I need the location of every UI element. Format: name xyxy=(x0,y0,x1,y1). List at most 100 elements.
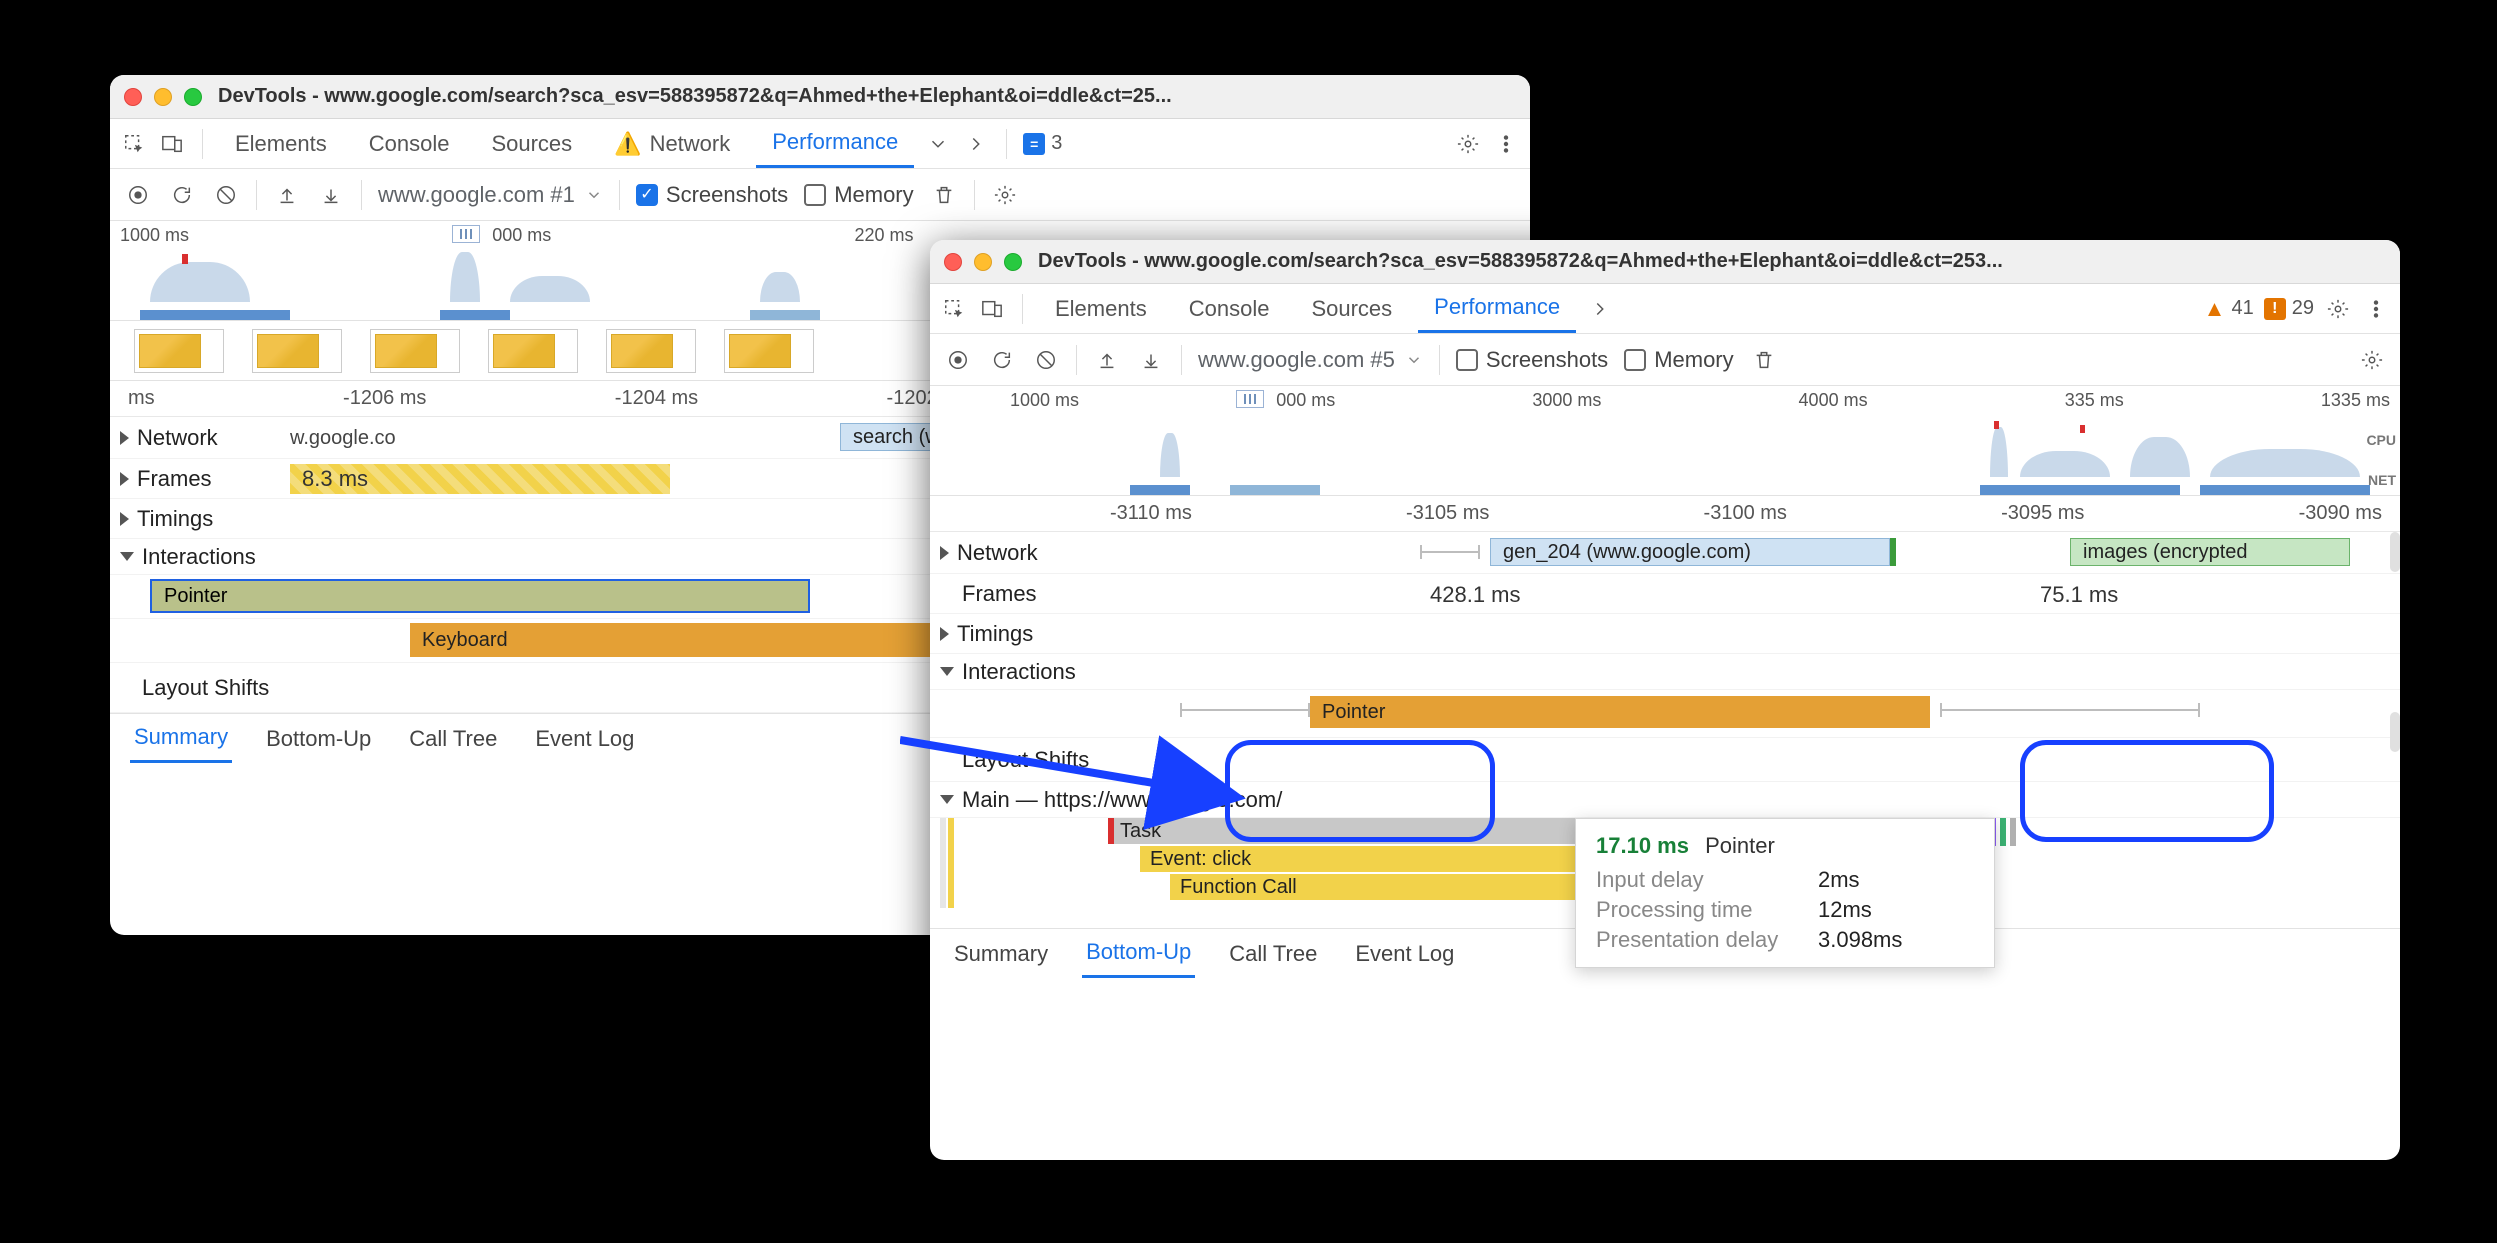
filmstrip-frame[interactable] xyxy=(252,329,342,373)
tab-console[interactable]: Console xyxy=(1173,284,1286,333)
more-tabs-icon[interactable] xyxy=(962,130,990,158)
upload-icon[interactable] xyxy=(273,181,301,209)
btab-summary[interactable]: Summary xyxy=(130,714,232,763)
disclosure-icon[interactable] xyxy=(120,512,129,526)
more-tabs-icon[interactable] xyxy=(1586,295,1614,323)
track-label: Network xyxy=(957,540,1038,566)
kebab-icon[interactable] xyxy=(2362,295,2390,323)
disclosure-icon[interactable] xyxy=(940,627,949,641)
scrollbar-thumb[interactable] xyxy=(2390,712,2400,752)
device-toggle-icon[interactable] xyxy=(978,295,1006,323)
titlebar[interactable]: DevTools - www.google.com/search?sca_esv… xyxy=(110,75,1530,119)
memory-checkbox[interactable]: Memory xyxy=(1624,347,1733,373)
screenshots-checkbox[interactable]: Screenshots xyxy=(1456,347,1608,373)
disclosure-icon[interactable] xyxy=(120,552,134,561)
close-icon[interactable] xyxy=(944,253,962,271)
memory-checkbox[interactable]: Memory xyxy=(804,182,913,208)
tick-label: 3000 ms xyxy=(1532,390,1601,411)
clear-icon[interactable] xyxy=(212,181,240,209)
btab-summary[interactable]: Summary xyxy=(950,929,1052,978)
btab-call-tree[interactable]: Call Tree xyxy=(1225,929,1321,978)
tab-network[interactable]: ⚠️Network xyxy=(598,119,746,168)
network-pill[interactable]: images (encrypted xyxy=(2070,538,2350,566)
trash-icon[interactable] xyxy=(930,181,958,209)
settings-icon[interactable] xyxy=(2324,295,2352,323)
viewport-handle[interactable] xyxy=(452,225,480,243)
cpu-activity-hump xyxy=(510,276,590,302)
interaction-pointer-pill[interactable]: Pointer xyxy=(150,579,810,613)
capture-settings-icon[interactable] xyxy=(2358,346,2386,374)
interaction-keyboard-pill[interactable]: Keyboard xyxy=(410,623,960,657)
close-icon[interactable] xyxy=(124,88,142,106)
tab-performance[interactable]: Performance xyxy=(756,119,914,168)
btab-call-tree[interactable]: Call Tree xyxy=(405,714,501,763)
reload-record-icon[interactable] xyxy=(168,181,196,209)
device-toggle-icon[interactable] xyxy=(158,130,186,158)
tab-sources[interactable]: Sources xyxy=(1295,284,1408,333)
track-timings[interactable]: Timings xyxy=(930,614,2400,654)
filmstrip-frame[interactable] xyxy=(370,329,460,373)
tab-elements[interactable]: Elements xyxy=(1039,284,1163,333)
btab-bottom-up[interactable]: Bottom-Up xyxy=(1082,929,1195,978)
record-button[interactable] xyxy=(944,346,972,374)
frames-bar[interactable]: 8.3 ms xyxy=(290,464,670,494)
kebab-icon[interactable] xyxy=(1492,130,1520,158)
screenshots-checkbox[interactable]: Screenshots xyxy=(636,182,788,208)
download-icon[interactable] xyxy=(1137,346,1165,374)
tab-elements[interactable]: Elements xyxy=(219,119,343,168)
track-interactions-header[interactable]: Interactions xyxy=(930,654,2400,690)
titlebar[interactable]: DevTools - www.google.com/search?sca_esv… xyxy=(930,240,2400,284)
interaction-pointer-row[interactable]: Pointer xyxy=(930,690,2400,738)
btab-event-log[interactable]: Event Log xyxy=(531,714,638,763)
clear-icon[interactable] xyxy=(1032,346,1060,374)
minimize-icon[interactable] xyxy=(154,88,172,106)
zoom-icon[interactable] xyxy=(184,88,202,106)
filmstrip-frame[interactable] xyxy=(724,329,814,373)
record-button[interactable] xyxy=(124,181,152,209)
capture-settings-icon[interactable] xyxy=(991,181,1019,209)
reload-record-icon[interactable] xyxy=(988,346,1016,374)
network-pill[interactable]: gen_204 (www.google.com) xyxy=(1490,538,1890,566)
settings-icon[interactable] xyxy=(1454,130,1482,158)
zoom-icon[interactable] xyxy=(1004,253,1022,271)
trash-icon[interactable] xyxy=(1750,346,1778,374)
overflow-tabs-icon[interactable] xyxy=(924,130,952,158)
interaction-pointer-pill[interactable]: Pointer xyxy=(1310,696,1930,728)
net-bar xyxy=(1230,485,1320,495)
disclosure-icon[interactable] xyxy=(120,431,129,445)
btab-event-log[interactable]: Event Log xyxy=(1351,929,1458,978)
tab-sources[interactable]: Sources xyxy=(475,119,588,168)
recording-select[interactable]: www.google.com #1 xyxy=(378,182,603,208)
inspect-icon[interactable] xyxy=(120,130,148,158)
recording-select[interactable]: www.google.com #5 xyxy=(1198,347,1423,373)
filmstrip-frame[interactable] xyxy=(488,329,578,373)
time-ruler[interactable]: -3110 ms -3105 ms -3100 ms -3095 ms -309… xyxy=(930,496,2400,532)
disclosure-icon[interactable] xyxy=(940,546,949,560)
tooltip-name: Pointer xyxy=(1705,833,1775,858)
disclosure-icon[interactable] xyxy=(940,667,954,676)
overview-minimap[interactable]: 1000 ms 000 ms 3000 ms 4000 ms 335 ms 13… xyxy=(930,386,2400,496)
upload-icon[interactable] xyxy=(1093,346,1121,374)
tab-console[interactable]: Console xyxy=(353,119,466,168)
tab-performance[interactable]: Performance xyxy=(1418,284,1576,333)
cpu-activity-hump xyxy=(1990,427,2008,477)
viewport-handle[interactable] xyxy=(1236,390,1264,408)
track-main-header[interactable]: Main — https://www.google.com/ xyxy=(930,782,2400,818)
track-layout-shifts[interactable]: Layout Shifts xyxy=(930,738,2400,782)
tick-label: 220 ms xyxy=(855,225,914,246)
track-frames[interactable]: Frames 428.1 ms 75.1 ms xyxy=(930,574,2400,614)
errors-badge[interactable]: ! 29 xyxy=(2264,297,2314,320)
message-icon: = xyxy=(1023,133,1045,155)
filmstrip-frame[interactable] xyxy=(606,329,696,373)
download-icon[interactable] xyxy=(317,181,345,209)
messages-badge[interactable]: = 3 xyxy=(1023,132,1062,155)
track-network[interactable]: Network gen_204 (www.google.com) images … xyxy=(930,532,2400,574)
interaction-label: Pointer xyxy=(164,585,227,608)
minimize-icon[interactable] xyxy=(974,253,992,271)
warnings-badge[interactable]: ▲ 41 xyxy=(2204,297,2254,320)
disclosure-icon[interactable] xyxy=(940,795,954,804)
filmstrip-frame[interactable] xyxy=(134,329,224,373)
inspect-icon[interactable] xyxy=(940,295,968,323)
btab-bottom-up[interactable]: Bottom-Up xyxy=(262,714,375,763)
disclosure-icon[interactable] xyxy=(120,472,129,486)
